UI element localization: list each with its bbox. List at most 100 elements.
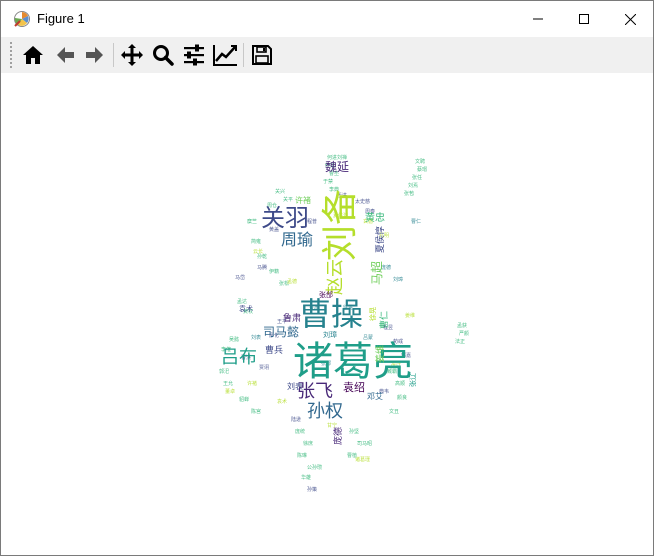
svg-text:司马昭: 司马昭 (357, 440, 372, 447)
svg-text:伊籍: 伊籍 (269, 268, 279, 275)
svg-text:贾诩: 贾诩 (259, 364, 269, 371)
word-zhouyu: 周瑜 (281, 230, 313, 249)
title-bar[interactable]: Figure 1 (1, 1, 653, 37)
svg-text:马腾: 马腾 (257, 264, 267, 271)
svg-text:陈宫: 陈宫 (251, 408, 261, 415)
sliders-icon (184, 44, 204, 66)
svg-text:孟达: 孟达 (237, 298, 247, 305)
maximize-button[interactable] (561, 1, 607, 37)
svg-text:关平: 关平 (283, 196, 293, 203)
svg-text:张任: 张任 (412, 174, 422, 181)
svg-text:糜竺: 糜竺 (247, 218, 257, 225)
word-liubei: 刘备 (320, 189, 361, 261)
pan-button[interactable] (118, 41, 146, 69)
word-xuhuang: 徐晃 (368, 307, 377, 321)
figure-window: Figure 1 何进刘禅 仲达 曹丕 于禁 李典 文聘 蔡瑁 张任 刘焉 张苞… (0, 0, 654, 556)
word-huangzhong: 黄忠 (365, 211, 385, 224)
svg-text:孙坚: 孙坚 (349, 428, 359, 435)
svg-text:关兴: 关兴 (275, 188, 285, 195)
word-xuzhu: 许褚 (295, 195, 311, 205)
svg-text:刘表: 刘表 (251, 334, 261, 341)
svg-text:孟获: 孟获 (457, 322, 467, 329)
matplotlib-logo-icon (14, 11, 30, 27)
zoom-button[interactable] (149, 41, 177, 69)
svg-text:徐庶: 徐庶 (303, 440, 313, 447)
svg-text:孙策: 孙策 (307, 486, 317, 493)
word-dengai: 邓艾 (367, 392, 383, 401)
wordcloud-image: 何进刘禅仲达曹丕 于禁李典 文聘蔡瑁张任 刘焉张苞 关兴关平周仓 糜竺简雍孙乾 … (219, 154, 469, 493)
toolbar-grip[interactable] (9, 41, 13, 69)
word-pangde: 庞德 (332, 427, 344, 445)
magnifier-icon (153, 45, 174, 66)
svg-text:简雍: 简雍 (251, 238, 261, 245)
window-title: Figure 1 (37, 11, 85, 26)
forward-button[interactable] (81, 41, 109, 69)
move-icon (121, 44, 143, 66)
word-machao: 马超 (369, 261, 384, 285)
svg-text:文丑: 文丑 (389, 408, 399, 415)
svg-text:严颜: 严颜 (459, 330, 469, 337)
svg-text:公孙瓒: 公孙瓒 (307, 464, 322, 471)
toolbar-separator (243, 43, 244, 67)
word-sunquan: 孙权 (307, 401, 343, 422)
svg-text:张苞: 张苞 (404, 190, 414, 197)
svg-text:许褚: 许褚 (247, 380, 257, 387)
word-liubiao: 刘表 (287, 381, 303, 391)
svg-text:刘璋: 刘璋 (393, 276, 403, 283)
maximize-icon (579, 14, 589, 24)
svg-text:吴懿: 吴懿 (229, 336, 239, 343)
svg-text:刘焉: 刘焉 (408, 182, 418, 189)
word-simayi: 司马懿 (263, 324, 299, 339)
word-caobing: 曹兵 (265, 344, 283, 356)
svg-text:蔡瑁: 蔡瑁 (417, 166, 427, 173)
svg-text:陈琳: 陈琳 (297, 452, 307, 459)
svg-text:法正: 法正 (455, 338, 465, 345)
word-weiyan: 魏延 (325, 159, 349, 174)
svg-text:陆逊: 陆逊 (291, 416, 301, 423)
arrow-left-icon (57, 47, 74, 63)
svg-text:颜良: 颜良 (397, 394, 407, 401)
figure-canvas[interactable]: 何进刘禅 仲达 曹丕 于禁 李典 文聘 蔡瑁 张任 刘焉 张苞 关兴 关平 周仓 糜竺 简雍 孙乾 … (7, 73, 649, 549)
word-zhaoyun: 赵云 (325, 259, 346, 295)
home-icon (23, 46, 43, 64)
word-lvbu: 吕布 (221, 347, 257, 368)
svg-text:于禁: 于禁 (323, 179, 333, 185)
line-chart-icon (213, 45, 237, 66)
svg-text:貂蝉: 貂蝉 (239, 396, 249, 403)
svg-text:马岱: 马岱 (235, 274, 245, 281)
word-zhanghe: 张郃 (319, 290, 333, 299)
svg-text:袁术: 袁术 (277, 398, 287, 405)
svg-text:文聘: 文聘 (415, 158, 425, 165)
svg-text:华雄: 华雄 (301, 474, 311, 481)
back-button[interactable] (51, 41, 79, 69)
svg-text:孟德: 孟德 (287, 278, 297, 285)
svg-text:董卓: 董卓 (225, 388, 235, 395)
minimize-button[interactable] (515, 1, 561, 37)
word-yuanshao: 袁绍 (343, 380, 365, 394)
svg-text:郭汜: 郭汜 (219, 368, 229, 375)
arrow-right-icon (86, 47, 103, 63)
word-guanyu: 关羽 (261, 204, 309, 232)
edit-axes-button[interactable] (211, 41, 239, 69)
toolbar-separator (113, 43, 114, 67)
save-button[interactable] (248, 41, 276, 69)
svg-text:云长: 云长 (253, 248, 263, 255)
navigation-toolbar (1, 37, 653, 73)
svg-text:诸葛瑾: 诸葛瑾 (355, 456, 370, 463)
word-lusu: 鲁肃 (283, 312, 301, 324)
word-xiahoudun: 夏侯惇 (374, 226, 386, 253)
home-button[interactable] (19, 41, 47, 69)
word-liuzhang: 刘璋 (323, 330, 337, 339)
minimize-icon (533, 18, 543, 20)
svg-text:庞统: 庞统 (295, 428, 305, 435)
word-zhugeliang: 诸葛亮 (293, 339, 413, 385)
word-zhangliao: 张辽 (408, 373, 417, 387)
floppy-disk-icon (252, 45, 272, 65)
word-yuanshu: 袁术 (239, 304, 253, 313)
close-button[interactable] (607, 1, 653, 37)
svg-text:王允: 王允 (223, 380, 233, 387)
word-caoren: 曹仁 (378, 311, 390, 329)
word-caocao: 曹操 (299, 295, 363, 333)
configure-subplots-button[interactable] (180, 41, 208, 69)
close-icon (624, 13, 636, 25)
